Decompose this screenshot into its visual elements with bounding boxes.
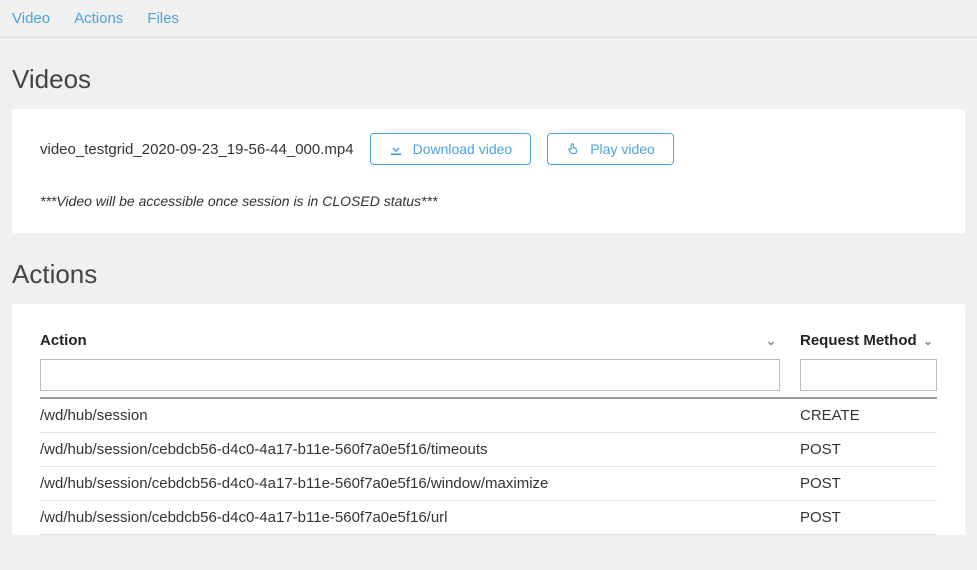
table-row: /wd/hub/session/cebdcb56-d4c0-4a17-b11e-… [40, 501, 937, 535]
column-header-action-label: Action [40, 332, 87, 349]
cell-action: /wd/hub/session [40, 407, 800, 424]
video-filename: video_testgrid_2020-09-23_19-56-44_000.m… [40, 141, 354, 158]
filter-row [40, 359, 937, 391]
actions-card: Action ⌄ Request Method ⌄ /wd/hub/sessio… [12, 304, 965, 535]
method-filter-input[interactable] [800, 359, 937, 391]
hand-pointer-icon [566, 142, 580, 156]
column-header-method[interactable]: Request Method ⌄ [800, 332, 937, 359]
chevron-down-icon: ⌄ [923, 334, 937, 348]
cell-action: /wd/hub/session/cebdcb56-d4c0-4a17-b11e-… [40, 441, 800, 458]
table-row: /wd/hub/session/cebdcb56-d4c0-4a17-b11e-… [40, 433, 937, 467]
video-note: ***Video will be accessible once session… [40, 193, 937, 209]
column-header-method-label: Request Method [800, 332, 917, 349]
cell-action: /wd/hub/session/cebdcb56-d4c0-4a17-b11e-… [40, 475, 800, 492]
download-video-label: Download video [413, 141, 513, 157]
download-video-button[interactable]: Download video [370, 133, 532, 165]
actions-table-header: Action ⌄ Request Method ⌄ [40, 332, 937, 359]
tab-video[interactable]: Video [12, 10, 50, 27]
play-video-label: Play video [590, 141, 655, 157]
video-row: video_testgrid_2020-09-23_19-56-44_000.m… [40, 133, 937, 165]
cell-method: CREATE [800, 407, 937, 424]
column-header-action[interactable]: Action ⌄ [40, 332, 800, 359]
cell-action: /wd/hub/session/cebdcb56-d4c0-4a17-b11e-… [40, 509, 800, 526]
action-filter-input[interactable] [40, 359, 780, 391]
actions-heading: Actions [0, 233, 977, 304]
table-row: /wd/hub/session/cebdcb56-d4c0-4a17-b11e-… [40, 467, 937, 501]
top-tabs: Video Actions Files [0, 0, 977, 38]
table-row: /wd/hub/session CREATE [40, 399, 937, 433]
chevron-down-icon: ⌄ [766, 334, 780, 348]
videos-heading: Videos [0, 38, 977, 109]
play-video-button[interactable]: Play video [547, 133, 674, 165]
tab-actions[interactable]: Actions [74, 10, 123, 27]
download-icon [389, 142, 403, 156]
cell-method: POST [800, 475, 937, 492]
cell-method: POST [800, 509, 937, 526]
cell-method: POST [800, 441, 937, 458]
tab-files[interactable]: Files [147, 10, 179, 27]
videos-card: video_testgrid_2020-09-23_19-56-44_000.m… [12, 109, 965, 233]
